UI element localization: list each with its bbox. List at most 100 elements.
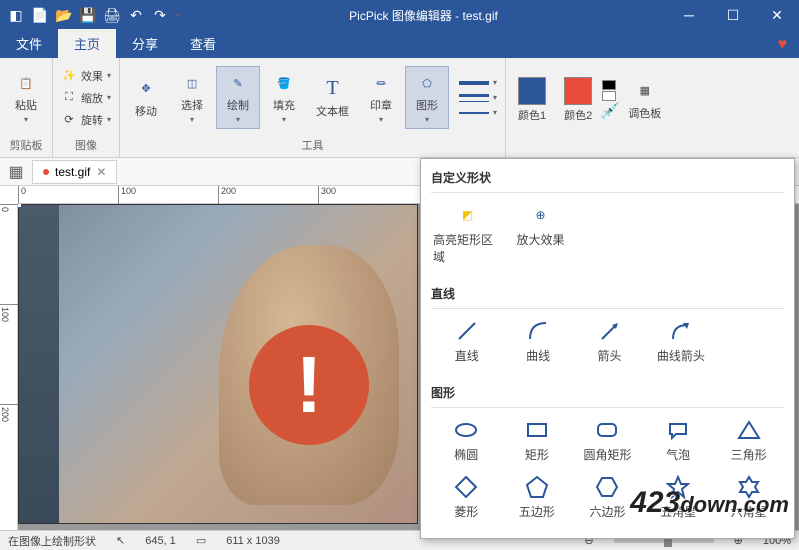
diamond-icon	[454, 475, 478, 499]
qat-save-icon[interactable]: 💾	[80, 7, 96, 23]
line-style[interactable]: ▾	[455, 106, 501, 119]
curve-arrow-icon	[669, 319, 693, 343]
dimensions-icon: ▭	[196, 534, 206, 547]
paste-button[interactable]: 📋 粘贴 ▾	[4, 67, 48, 128]
ellipse-icon	[454, 418, 478, 442]
document-tab[interactable]: test.gif ✕	[32, 160, 117, 184]
shape-arrow[interactable]: 箭头	[574, 313, 645, 370]
ruler-vertical: 0 100 200	[0, 204, 18, 530]
color-presets[interactable]	[602, 80, 618, 101]
stamp-icon: ⏛	[369, 71, 393, 95]
move-tool[interactable]: ✥移动	[124, 73, 168, 123]
shape-rect[interactable]: 矩形	[502, 412, 573, 469]
ribbon-group-image: ✨效果▾ ⛶缩放▾ ⟳旋转▾ 图像	[53, 58, 120, 157]
shape-speech[interactable]: 气泡	[643, 412, 714, 469]
shape-magnify[interactable]: ⊕ 放大效果	[504, 197, 577, 271]
hexagon-icon	[595, 475, 619, 499]
effects-button[interactable]: ✨效果▾	[57, 66, 115, 86]
rounded-rect-icon	[595, 418, 619, 442]
qat-open-icon[interactable]: 📂	[56, 7, 72, 23]
shapes-tool[interactable]: ⬠图形▾	[405, 66, 449, 129]
bucket-icon: 🪣	[272, 71, 296, 95]
shapes-dropdown-panel: 自定义形状 ◩ 高亮矩形区域 ⊕ 放大效果 直线 直线 曲线 箭头 曲线箭头 图…	[420, 158, 795, 539]
shape-curve-arrow[interactable]: 曲线箭头	[645, 313, 716, 370]
modified-indicator-icon	[43, 169, 49, 175]
minimize-button[interactable]: ─	[667, 0, 711, 30]
text-icon: T	[321, 77, 345, 101]
line-icon	[455, 319, 479, 343]
resize-icon: ⛶	[61, 90, 77, 106]
text-tool[interactable]: T文本框	[308, 73, 357, 123]
qat-redo-icon[interactable]: ↷	[152, 7, 168, 23]
shape-ellipse[interactable]: 椭圆	[431, 412, 502, 469]
exclamation-overlay: !	[249, 325, 369, 445]
ribbon-tabs: 文件 主页 分享 查看 ♥	[0, 30, 799, 58]
shape-line[interactable]: 直线	[431, 313, 502, 370]
eyedropper-icon[interactable]: 💉	[602, 103, 618, 119]
shapes-header: 图形	[431, 378, 784, 408]
ribbon-group-clipboard: 📋 粘贴 ▾ 剪贴板	[0, 58, 53, 157]
canvas-size: 611 x 1039	[226, 535, 280, 547]
zoom-slider[interactable]	[614, 539, 714, 543]
window-title: PicPick 图像编辑器 - test.gif	[180, 7, 667, 24]
pencil-icon: ✎	[226, 71, 250, 95]
arrow-icon	[598, 319, 622, 343]
color1-button[interactable]: 颜色1	[510, 73, 554, 127]
app-icon: ◧	[8, 7, 24, 23]
resize-button[interactable]: ⛶缩放▾	[57, 88, 115, 108]
paste-label: 粘贴	[15, 97, 37, 113]
shape-curve[interactable]: 曲线	[502, 313, 573, 370]
tab-share[interactable]: 分享	[116, 29, 174, 58]
view-thumbnails-icon[interactable]: ▦	[6, 162, 26, 182]
draw-tool[interactable]: ✎绘制▾	[216, 66, 260, 129]
close-button[interactable]: ✕	[755, 0, 799, 30]
titlebar: ◧ 📄 📂 💾 🖨 ↶ ↷ ▾ PicPick 图像编辑器 - test.gif…	[0, 0, 799, 30]
close-tab-icon[interactable]: ✕	[96, 165, 106, 179]
shape-triangle[interactable]: 三角形	[713, 412, 784, 469]
move-icon: ✥	[134, 77, 158, 101]
rotate-button[interactable]: ⟳旋转▾	[57, 110, 115, 130]
custom-shapes-header: 自定义形状	[431, 163, 784, 193]
wand-icon: ✨	[61, 68, 77, 84]
select-tool[interactable]: ◫选择▾	[170, 67, 214, 128]
pentagon-icon	[525, 475, 549, 499]
resize-handle[interactable]	[18, 204, 22, 208]
magnify-icon: ⊕	[529, 203, 553, 227]
color1-swatch	[518, 77, 546, 105]
qat-undo-icon[interactable]: ↶	[128, 7, 144, 23]
color2-button[interactable]: 颜色2	[556, 73, 600, 127]
maximize-button[interactable]: ☐	[711, 0, 755, 30]
qat-print-icon[interactable]: 🖨	[104, 7, 120, 23]
ribbon-group-tools: ✥移动 ◫选择▾ ✎绘制▾ 🪣填充▾ T文本框 ⏛印章▾ ⬠图形▾ ▾ ▾ ▾ …	[120, 58, 506, 157]
curve-icon	[526, 319, 550, 343]
line-weight[interactable]: ▾	[455, 91, 501, 104]
triangle-icon	[737, 418, 761, 442]
document-tab-label: test.gif	[55, 165, 90, 179]
stamp-tool[interactable]: ⏛印章▾	[359, 67, 403, 128]
tab-home[interactable]: 主页	[58, 29, 116, 58]
speech-icon	[666, 418, 690, 442]
lines-header: 直线	[431, 279, 784, 309]
clipboard-icon: 📋	[14, 71, 38, 95]
favorite-icon[interactable]: ♥	[778, 36, 788, 58]
tab-view[interactable]: 查看	[174, 29, 232, 58]
shape-highlight-rect[interactable]: ◩ 高亮矩形区域	[431, 197, 504, 271]
palette-button[interactable]: ▦调色板	[620, 75, 669, 125]
shape-diamond[interactable]: 菱形	[431, 469, 502, 526]
canvas-image[interactable]: !	[18, 204, 418, 524]
qat-new-icon[interactable]: 📄	[32, 7, 48, 23]
ribbon: 📋 粘贴 ▾ 剪贴板 ✨效果▾ ⛶缩放▾ ⟳旋转▾ 图像 ✥移动 ◫选择▾ ✎绘…	[0, 58, 799, 158]
shape-pentagon[interactable]: 五边形	[502, 469, 573, 526]
color2-swatch	[564, 77, 592, 105]
shape-rounded-rect[interactable]: 圆角矩形	[572, 412, 643, 469]
tab-file[interactable]: 文件	[0, 29, 58, 58]
shapes-icon: ⬠	[415, 71, 439, 95]
fill-tool[interactable]: 🪣填充▾	[262, 67, 306, 128]
image-group-label: 图像	[57, 135, 115, 155]
clipboard-group-label: 剪贴板	[4, 135, 48, 155]
select-icon: ◫	[180, 71, 204, 95]
ribbon-group-colors: 颜色1 颜色2 💉 ▦调色板	[506, 58, 673, 157]
watermark: 423down.com	[630, 486, 789, 520]
palette-icon: ▦	[633, 79, 657, 103]
outline-style[interactable]: ▾	[455, 76, 501, 89]
